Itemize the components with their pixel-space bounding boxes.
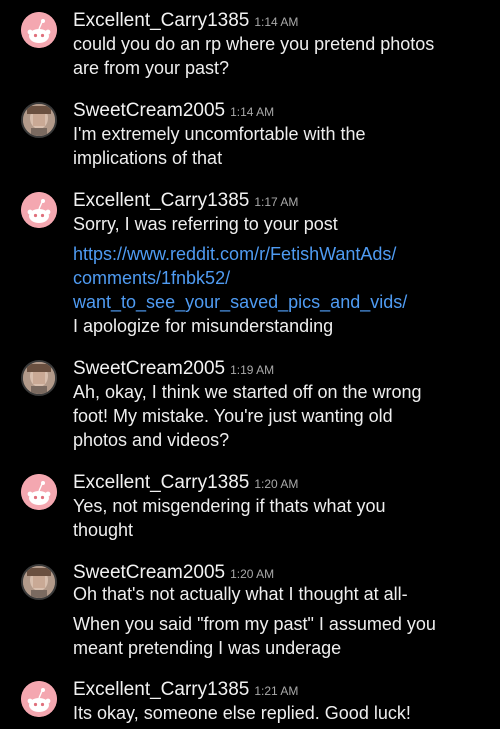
- user-photo-avatar-icon[interactable]: [21, 102, 57, 138]
- reddit-snoo-avatar-icon[interactable]: [21, 12, 57, 48]
- post-link[interactable]: comments/1fnbk52/: [73, 268, 230, 289]
- reddit-snoo-avatar-icon[interactable]: [21, 192, 57, 228]
- message-text: Yes, not misgendering if thats what you: [73, 496, 386, 516]
- message-text: I'm extremely uncomfortable with the: [73, 124, 366, 144]
- reddit-snoo-avatar-icon[interactable]: [21, 474, 57, 510]
- message-text: photos and videos?: [73, 430, 230, 450]
- message-text: Sorry, I was referring to your post: [73, 214, 338, 234]
- message-header: Excellent_Carry1385 1:14 AM: [73, 10, 298, 32]
- timestamp: 1:19 AM: [230, 363, 275, 377]
- message-text: I apologize for misunderstanding: [73, 316, 334, 336]
- username[interactable]: Excellent_Carry1385: [73, 679, 249, 700]
- message-text: meant pretending I was underage: [73, 638, 342, 658]
- message-text: foot! My mistake. You're just wanting ol…: [73, 406, 393, 426]
- message-text: When you said "from my past" I assumed y…: [73, 614, 436, 634]
- user-photo-avatar-icon[interactable]: [21, 360, 57, 396]
- message-text: Oh that's not actually what I thought at…: [73, 584, 408, 604]
- username[interactable]: Excellent_Carry1385: [73, 10, 249, 31]
- timestamp: 1:21 AM: [254, 684, 299, 698]
- post-link[interactable]: https://www.reddit.com/r/FetishWantAds/: [73, 244, 396, 265]
- message-header: Excellent_Carry1385 1:20 AM: [73, 472, 298, 494]
- chat-thread[interactable]: Excellent_Carry1385 1:14 AM could you do …: [0, 0, 500, 729]
- message-header: Excellent_Carry1385 1:17 AM: [73, 190, 298, 212]
- message-text: implications of that: [73, 148, 223, 168]
- message-header: SweetCream2005 1:20 AM: [73, 562, 274, 584]
- timestamp: 1:20 AM: [230, 567, 275, 581]
- timestamp: 1:20 AM: [254, 477, 299, 491]
- message-text: Its okay, someone else replied. Good luc…: [73, 703, 411, 723]
- message-header: Excellent_Carry1385 1:21 AM: [73, 679, 298, 701]
- timestamp: 1:14 AM: [230, 105, 275, 119]
- message-text: thought: [73, 520, 134, 540]
- reddit-snoo-avatar-icon[interactable]: [21, 681, 57, 717]
- username[interactable]: Excellent_Carry1385: [73, 190, 249, 211]
- message-header: SweetCream2005 1:19 AM: [73, 358, 274, 380]
- timestamp: 1:17 AM: [254, 195, 299, 209]
- message-text: Ah, okay, I think we started off on the …: [73, 382, 422, 402]
- timestamp: 1:14 AM: [254, 15, 299, 29]
- message-header: SweetCream2005 1:14 AM: [73, 100, 274, 122]
- username[interactable]: SweetCream2005: [73, 100, 225, 121]
- username[interactable]: SweetCream2005: [73, 562, 225, 583]
- post-link[interactable]: want_to_see_your_saved_pics_and_vids/: [73, 292, 407, 313]
- user-photo-avatar-icon[interactable]: [21, 564, 57, 600]
- message-text: could you do an rp where you pretend pho…: [73, 34, 435, 54]
- username[interactable]: Excellent_Carry1385: [73, 472, 249, 493]
- username[interactable]: SweetCream2005: [73, 358, 225, 379]
- message-text: are from your past?: [73, 58, 230, 78]
